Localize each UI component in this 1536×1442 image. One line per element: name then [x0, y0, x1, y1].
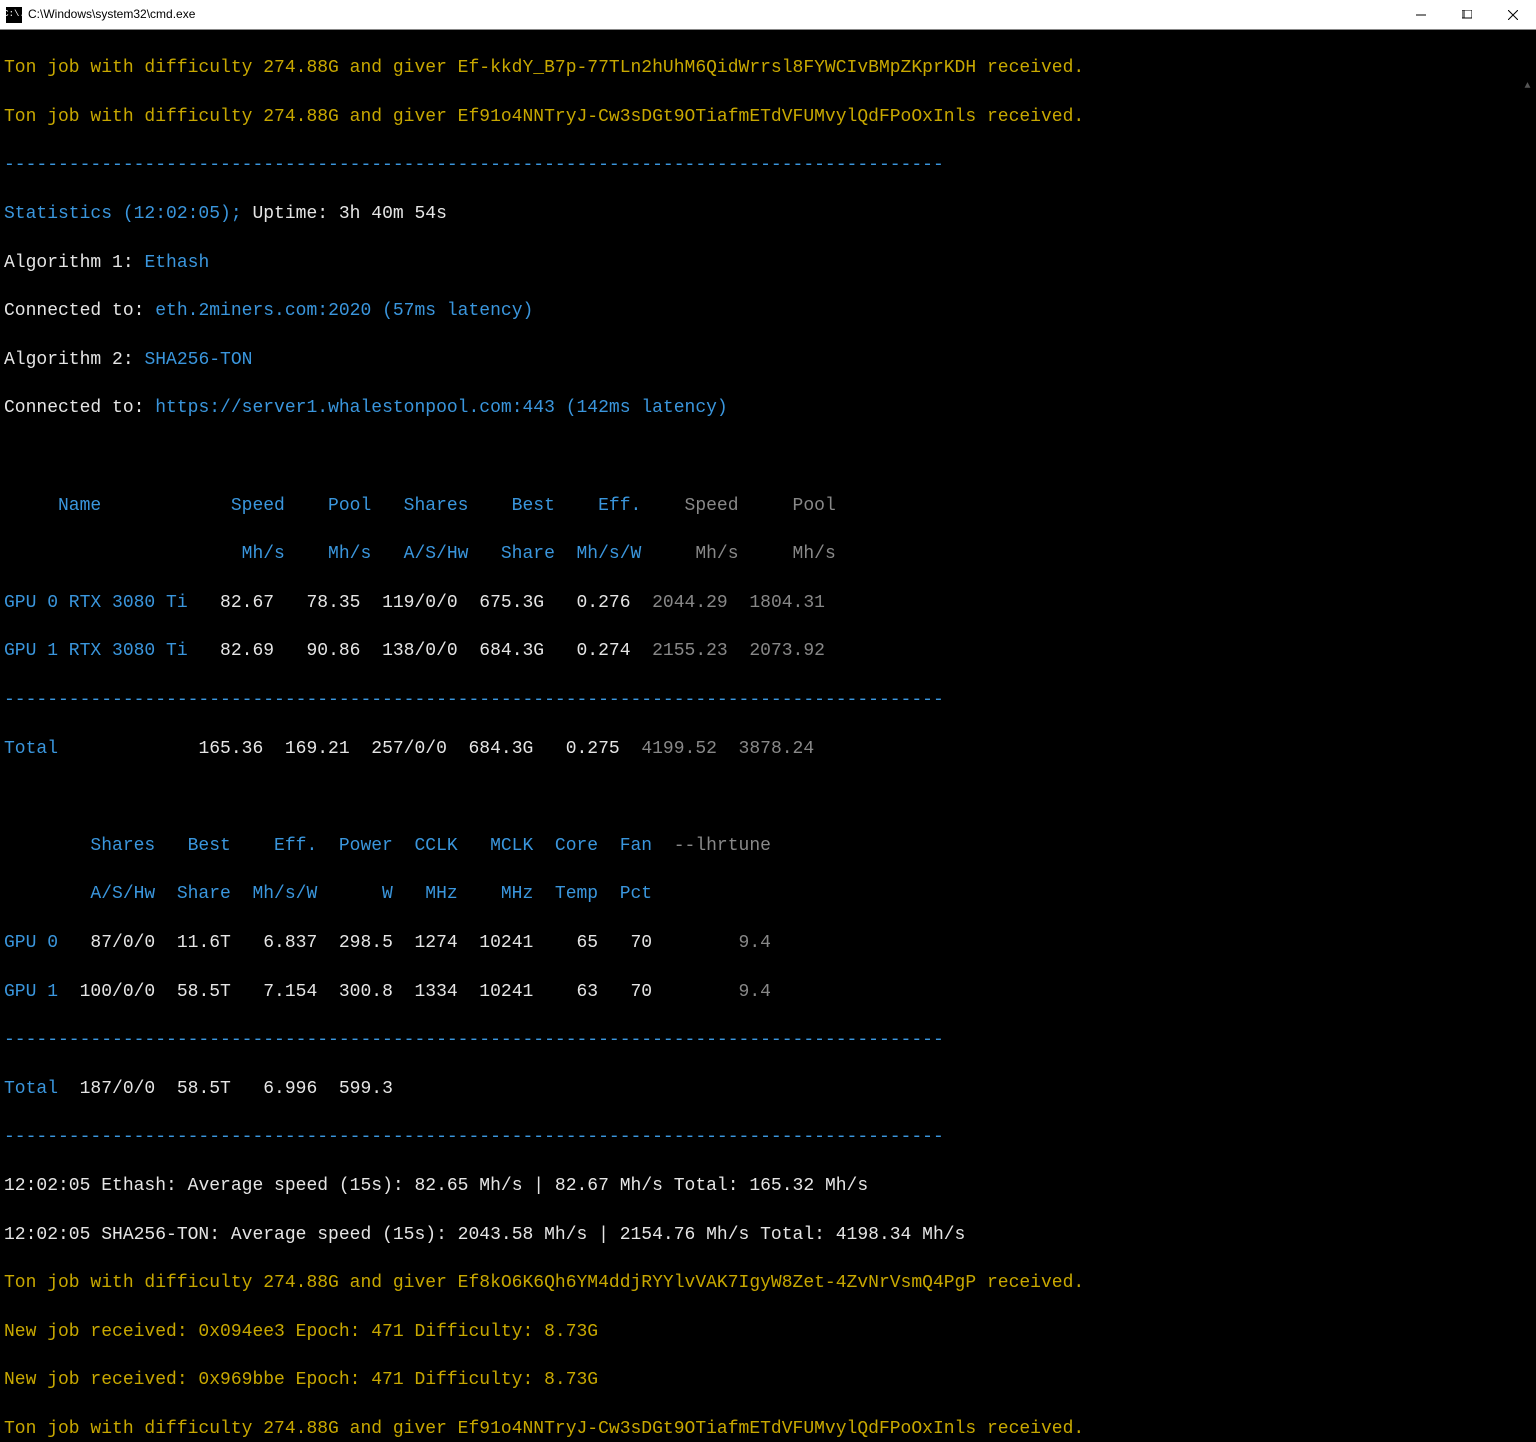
- gpu-row: GPU 1 RTX 3080 Ti: [4, 641, 188, 661]
- total-row: 187/0/0 58.5T 6.996 599.3: [58, 1079, 393, 1099]
- algo-name: SHA256-TON: [144, 350, 252, 370]
- speed-line: 12:02:05 SHA256-TON:: [4, 1225, 231, 1245]
- speed-line: Average speed (15s): 2043.58 Mh/s | 2154…: [231, 1225, 966, 1245]
- connected-value: eth.2miners.com:2020 (57ms latency): [155, 301, 533, 321]
- gpu-row: 100/0/0 58.5T 7.154 300.8 1334 10241 63 …: [58, 982, 652, 1002]
- gpu-row: 82.67 78.35 119/0/0 675.3G 0.276: [188, 593, 631, 613]
- table-header: Name Speed Pool Shares Best Eff.: [4, 496, 641, 516]
- gpu-row: 82.69 90.86 138/0/0 684.3G 0.274: [188, 641, 631, 661]
- separator: ----------------------------------------…: [4, 1125, 1532, 1149]
- gpu-row: 9.4: [652, 933, 771, 953]
- gpu-row: 87/0/0 11.6T 6.837 298.5 1274 10241 65 7…: [58, 933, 652, 953]
- algo-label: Algorithm 2:: [4, 350, 144, 370]
- terminal-output[interactable]: Ton job with difficulty 274.88G and give…: [0, 30, 1536, 721]
- gpu-row: GPU 0: [4, 933, 58, 953]
- minimize-button[interactable]: [1398, 0, 1444, 30]
- total-row: Total: [4, 739, 58, 759]
- total-row: Total: [4, 1079, 58, 1099]
- gpu-row: 2044.29 1804.31: [631, 593, 825, 613]
- total-row: 4199.52 3878.24: [620, 739, 814, 759]
- separator: ----------------------------------------…: [4, 1028, 1532, 1052]
- close-button[interactable]: [1490, 0, 1536, 30]
- window-titlebar: C:\. C:\Windows\system32\cmd.exe: [0, 0, 1536, 30]
- table-header: Mh/s Mh/s: [641, 544, 835, 564]
- scroll-up-icon[interactable]: ▲: [1519, 79, 1536, 96]
- gpu-row: GPU 0 RTX 3080 Ti: [4, 593, 188, 613]
- log-line: Ton job with difficulty 274.88G and give…: [4, 1417, 1532, 1441]
- speed-line: Average speed (15s): 82.65 Mh/s | 82.67 …: [188, 1176, 869, 1196]
- maximize-button[interactable]: [1444, 0, 1490, 30]
- log-line: Ton job with difficulty 274.88G and give…: [4, 1271, 1532, 1295]
- table-header: Shares Best Eff. Power CCLK MCLK Core Fa…: [4, 836, 652, 856]
- log-line: Ton job with difficulty 274.88G and give…: [4, 56, 1532, 80]
- window-title: C:\Windows\system32\cmd.exe: [28, 6, 195, 22]
- scrollbar[interactable]: ▲: [1519, 30, 1536, 721]
- log-line: New job received: 0x094ee3 Epoch: 471 Di…: [4, 1320, 1532, 1344]
- uptime: Uptime: 3h 40m 54s: [252, 204, 446, 224]
- algo-name: Ethash: [144, 253, 209, 273]
- cmd-icon: C:\.: [6, 7, 22, 23]
- gpu-row: GPU 1: [4, 982, 58, 1002]
- speed-line: 12:02:05 Ethash:: [4, 1176, 188, 1196]
- separator: ----------------------------------------…: [4, 688, 1532, 712]
- gpu-row: 2155.23 2073.92: [631, 641, 825, 661]
- algo-label: Algorithm 1:: [4, 253, 144, 273]
- connected-value: https://server1.whalestonpool.com:443 (1…: [155, 398, 728, 418]
- separator: ----------------------------------------…: [4, 153, 1532, 177]
- table-header: Speed Pool: [641, 496, 835, 516]
- connected-label: Connected to:: [4, 398, 155, 418]
- total-row: 165.36 169.21 257/0/0 684.3G 0.275: [58, 739, 620, 759]
- connected-label: Connected to:: [4, 301, 155, 321]
- stats-header: Statistics (12:02:05);: [4, 204, 252, 224]
- table-header: A/S/Hw Share Mh/s/W W MHz MHz Temp Pct: [4, 884, 652, 904]
- log-line: New job received: 0x969bbe Epoch: 471 Di…: [4, 1368, 1532, 1392]
- gpu-row: 9.4: [652, 982, 771, 1002]
- log-line: Ton job with difficulty 274.88G and give…: [4, 105, 1532, 129]
- table-header: Mh/s Mh/s A/S/Hw Share Mh/s/W: [4, 544, 641, 564]
- table-header: --lhrtune: [652, 836, 771, 856]
